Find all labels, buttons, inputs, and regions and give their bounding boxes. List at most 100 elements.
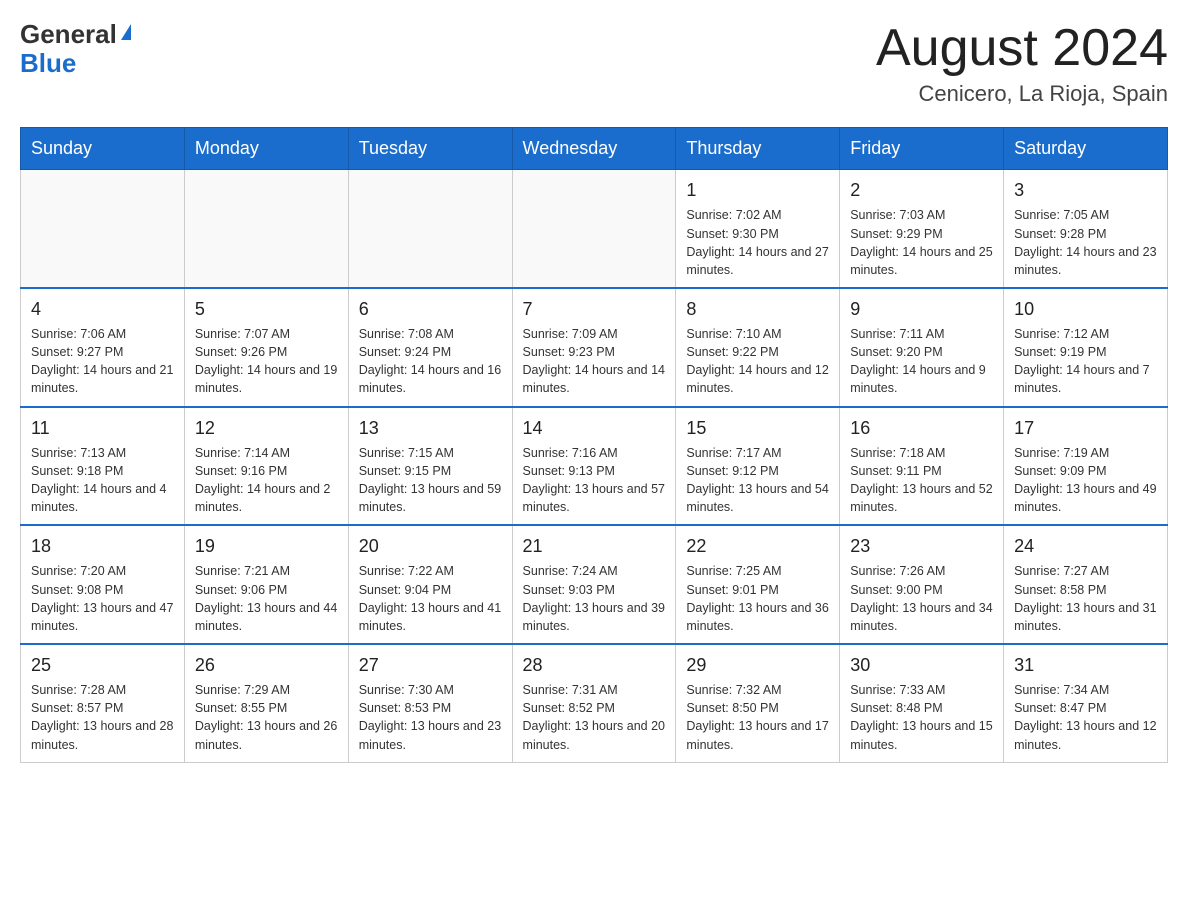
calendar-cell: 20 Sunrise: 7:22 AMSunset: 9:04 PMDayligh… <box>348 525 512 644</box>
calendar-cell: 5Sunrise: 7:07 AMSunset: 9:26 PMDaylight… <box>184 288 348 407</box>
day-info: Sunrise: 7:19 AMSunset: 9:09 PMDaylight:… <box>1014 444 1157 517</box>
calendar-cell: 6Sunrise: 7:08 AMSunset: 9:24 PMDaylight… <box>348 288 512 407</box>
calendar-cell: 31 Sunrise: 7:34 AMSunset: 8:47 PMDayligh… <box>1004 644 1168 762</box>
day-number: 30 <box>850 653 993 678</box>
day-number: 31 <box>1014 653 1157 678</box>
calendar-cell: 23Sunrise: 7:26 AMSunset: 9:00 PMDayligh… <box>840 525 1004 644</box>
logo-general-text: General <box>20 19 117 49</box>
calendar-cell: 4Sunrise: 7:06 AMSunset: 9:27 PMDaylight… <box>21 288 185 407</box>
calendar-week-row: 11 Sunrise: 7:13 AMSunset: 9:18 PMDayligh… <box>21 407 1168 526</box>
day-info: Sunrise: 7:09 AMSunset: 9:23 PMDaylight:… <box>523 325 666 398</box>
day-info: Sunrise: 7:14 AMSunset: 9:16 PMDaylight:… <box>195 444 338 517</box>
day-info: Sunrise: 7:20 AMSunset: 9:08 PMDaylight:… <box>31 562 174 635</box>
calendar-cell: 18 Sunrise: 7:20 AMSunset: 9:08 PMDayligh… <box>21 525 185 644</box>
day-info: Sunrise: 7:28 AMSunset: 8:57 PMDaylight:… <box>31 681 174 754</box>
day-info: Sunrise: 7:10 AMSunset: 9:22 PMDaylight:… <box>686 325 829 398</box>
calendar-cell: 7 Sunrise: 7:09 AMSunset: 9:23 PMDaylight… <box>512 288 676 407</box>
calendar-week-row: 18 Sunrise: 7:20 AMSunset: 9:08 PMDayligh… <box>21 525 1168 644</box>
page-header: General Blue August 2024 Cenicero, La Ri… <box>20 20 1168 107</box>
calendar-cell: 2 Sunrise: 7:03 AMSunset: 9:29 PMDaylight… <box>840 170 1004 288</box>
day-number: 13 <box>359 416 502 441</box>
calendar-cell: 12 Sunrise: 7:14 AMSunset: 9:16 PMDayligh… <box>184 407 348 526</box>
calendar-cell: 11 Sunrise: 7:13 AMSunset: 9:18 PMDayligh… <box>21 407 185 526</box>
day-info: Sunrise: 7:31 AMSunset: 8:52 PMDaylight:… <box>523 681 666 754</box>
calendar-cell: 15 Sunrise: 7:17 AMSunset: 9:12 PMDayligh… <box>676 407 840 526</box>
calendar-cell: 24 Sunrise: 7:27 AMSunset: 8:58 PMDayligh… <box>1004 525 1168 644</box>
calendar-week-row: 1 Sunrise: 7:02 AMSunset: 9:30 PMDaylight… <box>21 170 1168 288</box>
day-info: Sunrise: 7:02 AMSunset: 9:30 PMDaylight:… <box>686 206 829 279</box>
day-info: Sunrise: 7:22 AMSunset: 9:04 PMDaylight:… <box>359 562 502 635</box>
column-header-tuesday: Tuesday <box>348 128 512 170</box>
day-number: 2 <box>850 178 993 203</box>
day-number: 11 <box>31 416 174 441</box>
calendar-cell: 1 Sunrise: 7:02 AMSunset: 9:30 PMDaylight… <box>676 170 840 288</box>
calendar-cell <box>348 170 512 288</box>
day-info: Sunrise: 7:21 AMSunset: 9:06 PMDaylight:… <box>195 562 338 635</box>
day-info: Sunrise: 7:25 AMSunset: 9:01 PMDaylight:… <box>686 562 829 635</box>
day-number: 4 <box>31 297 174 322</box>
calendar-cell: 8 Sunrise: 7:10 AMSunset: 9:22 PMDaylight… <box>676 288 840 407</box>
calendar-cell: 3Sunrise: 7:05 AMSunset: 9:28 PMDaylight… <box>1004 170 1168 288</box>
day-number: 19 <box>195 534 338 559</box>
day-number: 26 <box>195 653 338 678</box>
day-number: 12 <box>195 416 338 441</box>
calendar-cell: 9 Sunrise: 7:11 AMSunset: 9:20 PMDaylight… <box>840 288 1004 407</box>
calendar-cell: 26 Sunrise: 7:29 AMSunset: 8:55 PMDayligh… <box>184 644 348 762</box>
calendar-cell: 27 Sunrise: 7:30 AMSunset: 8:53 PMDayligh… <box>348 644 512 762</box>
day-info: Sunrise: 7:03 AMSunset: 9:29 PMDaylight:… <box>850 206 993 279</box>
day-number: 29 <box>686 653 829 678</box>
day-number: 28 <box>523 653 666 678</box>
day-number: 15 <box>686 416 829 441</box>
logo-blue-text: Blue <box>20 49 76 78</box>
day-number: 17 <box>1014 416 1157 441</box>
day-info: Sunrise: 7:15 AMSunset: 9:15 PMDaylight:… <box>359 444 502 517</box>
day-info: Sunrise: 7:18 AMSunset: 9:11 PMDaylight:… <box>850 444 993 517</box>
day-number: 8 <box>686 297 829 322</box>
day-info: Sunrise: 7:13 AMSunset: 9:18 PMDaylight:… <box>31 444 174 517</box>
day-number: 1 <box>686 178 829 203</box>
day-number: 9 <box>850 297 993 322</box>
day-number: 24 <box>1014 534 1157 559</box>
location: Cenicero, La Rioja, Spain <box>876 81 1168 107</box>
calendar-cell: 16 Sunrise: 7:18 AMSunset: 9:11 PMDayligh… <box>840 407 1004 526</box>
day-number: 14 <box>523 416 666 441</box>
calendar-cell: 22 Sunrise: 7:25 AMSunset: 9:01 PMDayligh… <box>676 525 840 644</box>
logo: General Blue <box>20 20 131 77</box>
calendar-cell: 10 Sunrise: 7:12 AMSunset: 9:19 PMDayligh… <box>1004 288 1168 407</box>
day-number: 25 <box>31 653 174 678</box>
day-info: Sunrise: 7:17 AMSunset: 9:12 PMDaylight:… <box>686 444 829 517</box>
day-info: Sunrise: 7:16 AMSunset: 9:13 PMDaylight:… <box>523 444 666 517</box>
calendar-cell <box>21 170 185 288</box>
day-info: Sunrise: 7:32 AMSunset: 8:50 PMDaylight:… <box>686 681 829 754</box>
logo-triangle-icon <box>121 24 131 40</box>
day-info: Sunrise: 7:27 AMSunset: 8:58 PMDaylight:… <box>1014 562 1157 635</box>
calendar-cell: 17 Sunrise: 7:19 AMSunset: 9:09 PMDayligh… <box>1004 407 1168 526</box>
day-number: 10 <box>1014 297 1157 322</box>
column-header-saturday: Saturday <box>1004 128 1168 170</box>
day-number: 18 <box>31 534 174 559</box>
day-number: 27 <box>359 653 502 678</box>
day-number: 20 <box>359 534 502 559</box>
day-info: Sunrise: 7:34 AMSunset: 8:47 PMDaylight:… <box>1014 681 1157 754</box>
day-number: 22 <box>686 534 829 559</box>
column-header-friday: Friday <box>840 128 1004 170</box>
calendar-header-row: SundayMondayTuesdayWednesdayThursdayFrid… <box>21 128 1168 170</box>
calendar-cell: 30 Sunrise: 7:33 AMSunset: 8:48 PMDayligh… <box>840 644 1004 762</box>
day-number: 7 <box>523 297 666 322</box>
column-header-monday: Monday <box>184 128 348 170</box>
day-info: Sunrise: 7:29 AMSunset: 8:55 PMDaylight:… <box>195 681 338 754</box>
day-number: 16 <box>850 416 993 441</box>
month-title: August 2024 <box>876 20 1168 77</box>
calendar-cell: 14 Sunrise: 7:16 AMSunset: 9:13 PMDayligh… <box>512 407 676 526</box>
calendar-week-row: 25 Sunrise: 7:28 AMSunset: 8:57 PMDayligh… <box>21 644 1168 762</box>
day-info: Sunrise: 7:33 AMSunset: 8:48 PMDaylight:… <box>850 681 993 754</box>
calendar-cell: 19 Sunrise: 7:21 AMSunset: 9:06 PMDayligh… <box>184 525 348 644</box>
calendar-week-row: 4Sunrise: 7:06 AMSunset: 9:27 PMDaylight… <box>21 288 1168 407</box>
day-info: Sunrise: 7:12 AMSunset: 9:19 PMDaylight:… <box>1014 325 1157 398</box>
day-number: 21 <box>523 534 666 559</box>
day-number: 6 <box>359 297 502 322</box>
column-header-sunday: Sunday <box>21 128 185 170</box>
day-info: Sunrise: 7:30 AMSunset: 8:53 PMDaylight:… <box>359 681 502 754</box>
day-info: Sunrise: 7:11 AMSunset: 9:20 PMDaylight:… <box>850 325 993 398</box>
calendar-cell <box>184 170 348 288</box>
